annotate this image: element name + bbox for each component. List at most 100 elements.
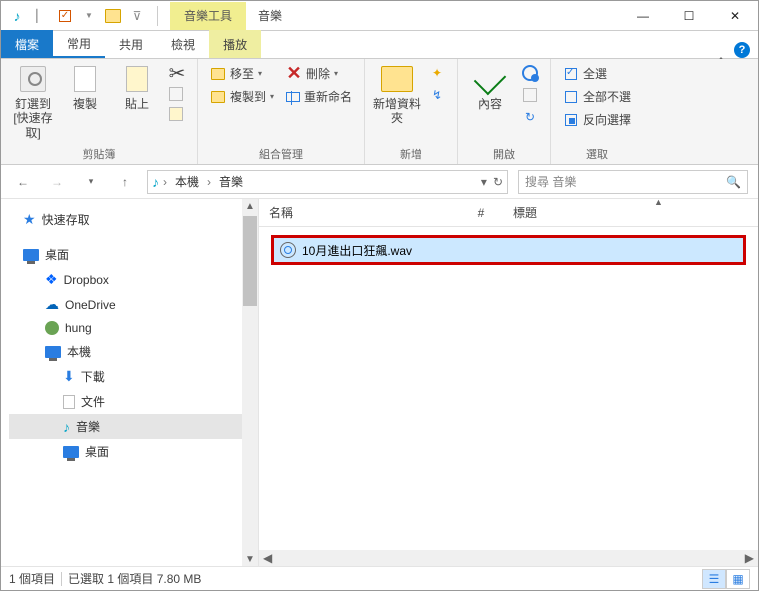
help-icon[interactable]: ? <box>734 42 750 58</box>
select-none-button[interactable]: 全部不選 <box>559 86 635 107</box>
address-bar: ← → ▾ ↑ ♪ › 本機 › 音樂 ▾ ↻ 搜尋 音樂 🔍 <box>1 165 758 199</box>
tab-view[interactable]: 檢視 <box>157 30 209 58</box>
monitor-icon <box>63 446 79 458</box>
paste-shortcut-button[interactable] <box>165 105 189 123</box>
edit-icon <box>522 87 538 103</box>
horizontal-scrollbar[interactable]: ◀ ▶ <box>259 550 758 566</box>
copy-path-button[interactable] <box>165 85 189 103</box>
person-icon <box>45 321 59 335</box>
breadcrumb[interactable]: ♪ › 本機 › 音樂 ▾ ↻ <box>147 170 508 194</box>
ribbon-group-clipboard: 釘選到 [快速存取] 複製 貼上 ✂ 剪貼簿 <box>1 59 198 164</box>
status-bar: 1 個項目 已選取 1 個項目 7.80 MB ☰ ▦ <box>1 566 758 590</box>
cut-button[interactable]: ✂ <box>165 63 189 83</box>
tree-music[interactable]: ♪音樂 <box>9 414 258 439</box>
copy-icon <box>69 63 101 95</box>
file-area[interactable]: 10月進出口狂飆.wav <box>259 227 758 550</box>
maximize-button[interactable]: ☐ <box>666 2 712 30</box>
icons-view-button[interactable]: ▦ <box>726 569 750 589</box>
tree-onedrive[interactable]: ☁OneDrive <box>9 292 258 317</box>
edit-button[interactable] <box>518 85 542 105</box>
file-row-selected[interactable]: 10月進出口狂飆.wav <box>271 235 746 265</box>
separator <box>61 572 62 586</box>
refresh-icon[interactable]: ↻ <box>493 175 503 189</box>
column-header-hash[interactable]: # <box>459 206 503 220</box>
tab-share[interactable]: 共用 <box>105 30 157 58</box>
close-button[interactable]: ✕ <box>712 2 758 30</box>
tab-file[interactable]: 檔案 <box>1 30 53 58</box>
new-folder-button[interactable]: 新增資料夾 <box>373 63 421 126</box>
properties-button[interactable]: 內容 <box>466 63 514 111</box>
invert-selection-button[interactable]: 反向選擇 <box>559 109 635 130</box>
contextual-tab-music-tools[interactable]: 音樂工具 <box>170 2 246 30</box>
newfolder-label: 新增資料夾 <box>373 97 421 126</box>
forward-button[interactable]: → <box>45 170 69 194</box>
column-header-name[interactable]: 名稱 <box>259 204 459 221</box>
search-icon: 🔍 <box>726 175 741 189</box>
minimize-button[interactable]: — <box>620 2 666 30</box>
qat-checkbox[interactable]: ✓ <box>55 6 75 26</box>
easy-access-button[interactable]: ↯ <box>425 85 449 105</box>
tree-downloads[interactable]: ⬇下載 <box>9 364 258 389</box>
tree-label: 文件 <box>81 393 105 410</box>
tree-quick-access[interactable]: ★ 快速存取 <box>9 207 258 232</box>
delete-button[interactable]: ✕刪除▾ <box>282 63 356 84</box>
back-button[interactable]: ← <box>11 170 35 194</box>
tab-home[interactable]: 常用 <box>53 30 105 58</box>
properties-icon <box>474 63 506 95</box>
paste-icon <box>121 63 153 95</box>
tree-documents[interactable]: 文件 <box>9 389 258 414</box>
tree-desktop[interactable]: 桌面 <box>9 242 258 267</box>
navigation-pane[interactable]: ★快速存取 桌面 ❖Dropbox ☁OneDrive hung 本機 ⬇下載 … <box>1 199 259 566</box>
tree-desktop-sub[interactable]: 桌面 <box>9 439 258 464</box>
copy-to-button[interactable]: 複製到▾ <box>206 86 278 107</box>
dropbox-icon: ❖ <box>45 271 58 288</box>
select-all-button[interactable]: 全選 <box>559 63 635 84</box>
tree-user-hung[interactable]: hung <box>9 317 258 339</box>
breadcrumb-music[interactable]: 音樂 <box>215 173 247 190</box>
breadcrumb-dropdown-icon[interactable]: ▾ <box>481 175 487 189</box>
invert-label: 反向選擇 <box>583 111 631 128</box>
qat-dropdown-icon[interactable]: ▼ <box>79 6 99 26</box>
up-button[interactable]: ↑ <box>113 170 137 194</box>
paste-button[interactable]: 貼上 <box>113 63 161 111</box>
new-group-label: 新增 <box>400 146 422 162</box>
organize-group-label: 組合管理 <box>259 146 303 162</box>
star-icon: ★ <box>23 211 36 228</box>
search-input[interactable]: 搜尋 音樂 🔍 <box>518 170 748 194</box>
recent-dropdown-icon[interactable]: ▾ <box>79 170 103 194</box>
tree-label: 快速存取 <box>42 211 90 228</box>
tree-label: OneDrive <box>65 298 116 312</box>
newitem-icon: ✦ <box>429 65 445 81</box>
scroll-right-icon[interactable]: ▶ <box>745 551 754 565</box>
scroll-left-icon[interactable]: ◀ <box>263 551 272 565</box>
pin-to-quick-access-button[interactable]: 釘選到 [快速存取] <box>9 63 57 140</box>
tree-thispc[interactable]: 本機 <box>9 339 258 364</box>
rename-button[interactable]: 重新命名 <box>282 86 356 107</box>
status-selection-info: 已選取 1 個項目 7.80 MB <box>68 570 201 587</box>
scissors-icon: ✂ <box>169 65 185 81</box>
column-header-title[interactable]: 標題 <box>503 204 758 221</box>
column-headers: ▲ 名稱 # 標題 <box>259 199 758 227</box>
open-button[interactable] <box>518 63 542 83</box>
collapse-ribbon-icon[interactable] <box>716 43 726 57</box>
open-group-label: 開啟 <box>493 146 515 162</box>
new-item-button[interactable]: ✦ <box>425 63 449 83</box>
tree-dropbox[interactable]: ❖Dropbox <box>9 267 258 292</box>
details-view-button[interactable]: ☰ <box>702 569 726 589</box>
tabs-right: ? <box>716 42 758 58</box>
move-to-button[interactable]: 移至▾ <box>206 63 278 84</box>
qat-overflow-icon[interactable]: ⊽ <box>127 6 147 26</box>
qat-folder-icon[interactable] <box>103 6 123 26</box>
scroll-thumb[interactable] <box>243 216 257 306</box>
scroll-down-icon[interactable]: ▼ <box>245 554 255 564</box>
tree-label: hung <box>65 321 92 335</box>
breadcrumb-thispc[interactable]: 本機 <box>171 173 203 190</box>
tree-label: 桌面 <box>85 443 109 460</box>
history-button[interactable]: ↻ <box>518 107 542 127</box>
pin-label: 釘選到 [快速存取] <box>9 97 57 140</box>
selectnone-icon <box>563 89 579 105</box>
tab-play[interactable]: 播放 <box>209 30 261 58</box>
scroll-up-icon[interactable]: ▲ <box>245 201 255 211</box>
tree-scrollbar[interactable]: ▲ ▼ <box>242 199 258 566</box>
copy-button[interactable]: 複製 <box>61 63 109 111</box>
